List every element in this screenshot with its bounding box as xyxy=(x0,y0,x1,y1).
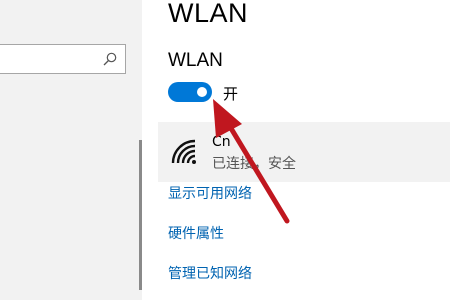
toggle-knob xyxy=(197,87,207,97)
sidebar xyxy=(0,0,142,300)
sidebar-scrollbar[interactable] xyxy=(139,140,142,290)
search-input[interactable] xyxy=(0,44,126,74)
wifi-signal-icon xyxy=(171,139,196,164)
hardware-properties-link[interactable]: 硬件属性 xyxy=(168,223,224,243)
section-title: WLAN xyxy=(168,50,223,71)
connected-network-item[interactable]: Cn 已连接，安全 xyxy=(158,122,450,182)
wlan-toggle[interactable] xyxy=(168,82,212,102)
network-status: 已连接，安全 xyxy=(212,156,296,172)
page-title: WLAN xyxy=(168,0,249,28)
show-available-networks-link[interactable]: 显示可用网络 xyxy=(168,183,252,203)
manage-known-networks-link[interactable]: 管理已知网络 xyxy=(168,263,252,283)
network-name: Cn xyxy=(212,134,231,150)
search-icon[interactable] xyxy=(102,51,118,67)
toggle-state-label: 开 xyxy=(223,85,239,103)
